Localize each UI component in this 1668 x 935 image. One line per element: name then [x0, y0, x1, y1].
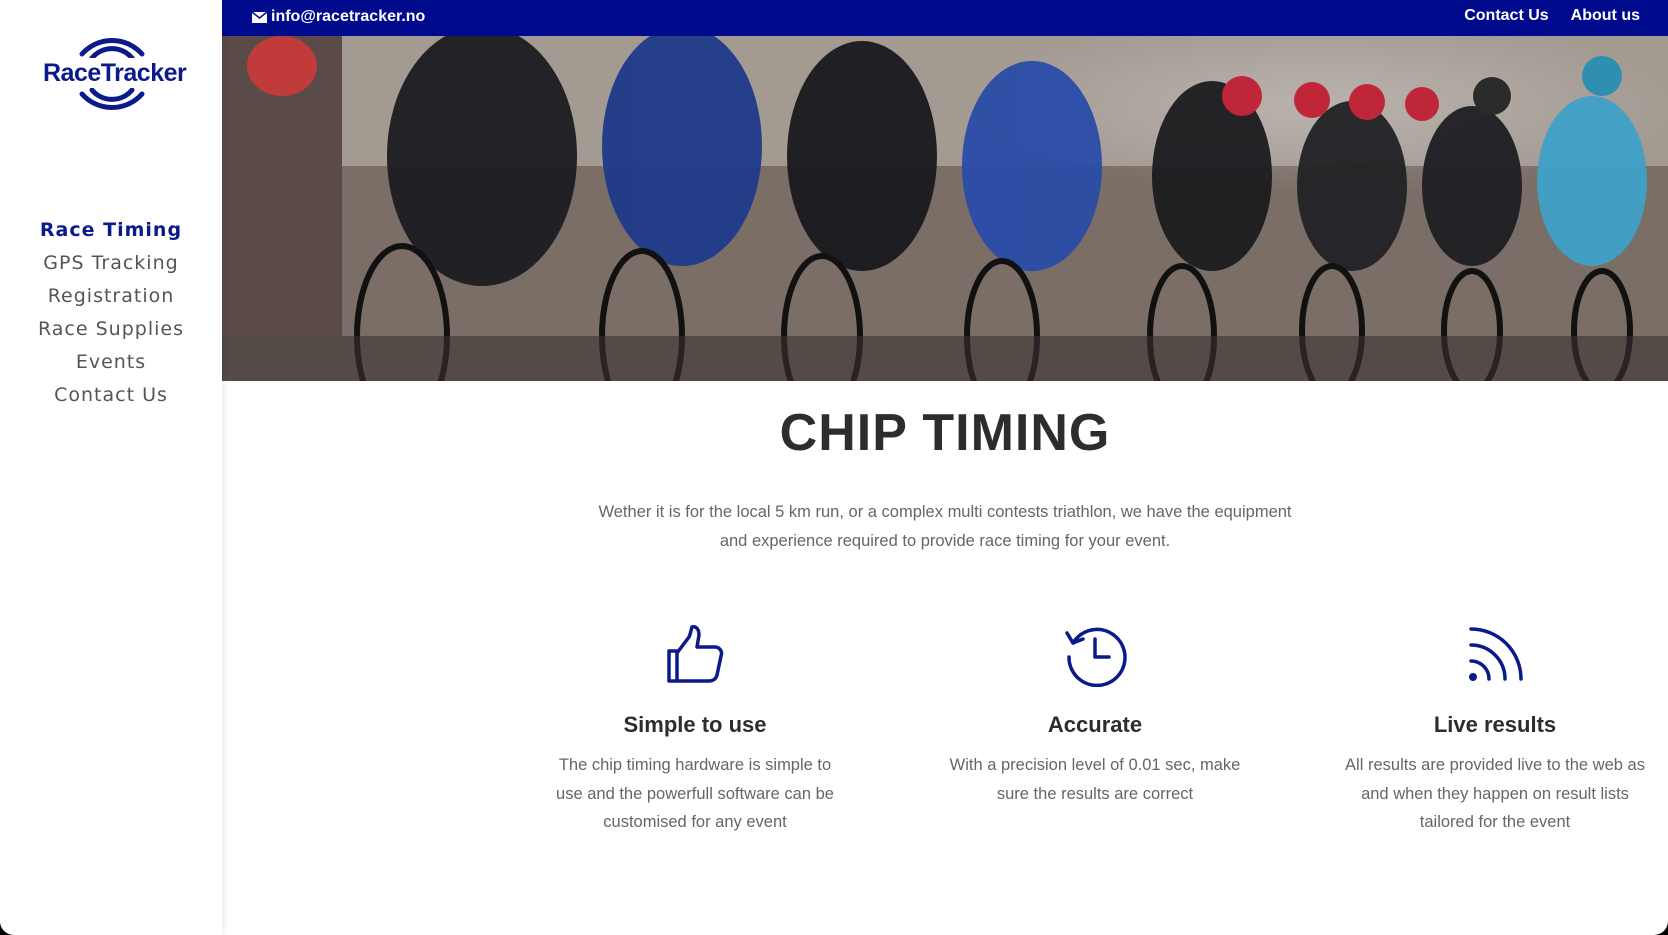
- feature-live-results: Live results All results are provided li…: [1345, 623, 1645, 837]
- feature-text: All results are provided live to the web…: [1345, 756, 1645, 831]
- sidebar: RaceTracker Race Timing GPS Tracking Reg…: [0, 0, 222, 935]
- nav-item-events[interactable]: Events: [0, 346, 222, 379]
- top-links: Contact Us About us: [1464, 7, 1640, 25]
- top-link-contact-us[interactable]: Contact Us: [1464, 7, 1548, 25]
- clock-history-icon: [1065, 627, 1127, 687]
- main-content: CHIP TIMING Wether it is for the local 5…: [222, 381, 1668, 935]
- nav-item-contact-us[interactable]: Contact Us: [0, 379, 222, 412]
- top-bar: info@racetracker.no Contact Us About us: [222, 0, 1668, 36]
- feature-accurate: Accurate With a precision level of 0.01 …: [945, 623, 1245, 808]
- email-link[interactable]: info@racetracker.no: [252, 8, 425, 26]
- thumbs-up-icon: [667, 625, 724, 683]
- top-link-about-us[interactable]: About us: [1571, 7, 1640, 25]
- hero-image-cyclists: [222, 36, 1668, 381]
- feature-text: With a precision level of 0.01 sec, make…: [949, 756, 1241, 803]
- email-text: info@racetracker.no: [271, 8, 426, 25]
- racetracker-logo[interactable]: RaceTracker: [40, 36, 187, 114]
- nav-item-gps-tracking[interactable]: GPS Tracking: [0, 247, 222, 280]
- page: RaceTracker Race Timing GPS Tracking Reg…: [0, 0, 1668, 935]
- feature-simple-to-use: Simple to use The chip timing hardware i…: [545, 623, 845, 837]
- nav-item-race-timing[interactable]: Race Timing: [0, 214, 222, 247]
- page-title: CHIP TIMING: [779, 404, 1111, 462]
- cyclists-illustration: [222, 36, 1668, 381]
- envelope-icon: [252, 11, 267, 23]
- nav-item-registration[interactable]: Registration: [0, 280, 222, 313]
- feature-title: Simple to use: [623, 712, 767, 737]
- rss-feed-icon: [1469, 627, 1523, 681]
- feature-text: The chip timing hardware is simple to us…: [556, 756, 834, 831]
- main-nav: Race Timing GPS Tracking Registration Ra…: [0, 214, 222, 412]
- logo-text: RaceTracker: [43, 58, 187, 88]
- feature-title: Accurate: [1047, 712, 1143, 737]
- page-subtitle: Wether it is for the local 5 km run, or …: [598, 503, 1292, 550]
- nav-item-race-supplies[interactable]: Race Supplies: [0, 313, 222, 346]
- feature-title: Live results: [1433, 712, 1557, 737]
